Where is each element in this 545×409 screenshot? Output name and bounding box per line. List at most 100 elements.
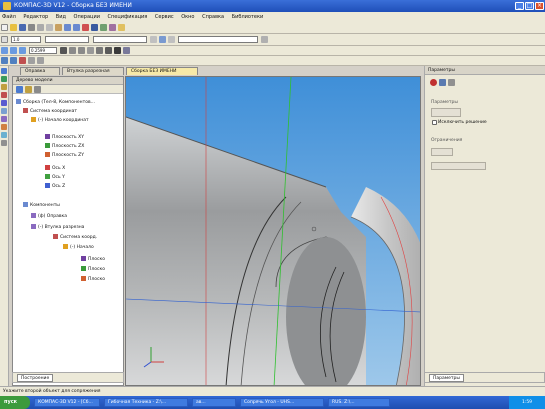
grid-icon[interactable] <box>150 36 157 43</box>
snap-icon[interactable] <box>159 36 166 43</box>
model-viewport[interactable] <box>125 76 421 386</box>
close-button[interactable]: × <box>535 2 544 10</box>
rotate-icon[interactable] <box>69 47 76 54</box>
copy-icon[interactable] <box>46 24 53 31</box>
tree-node-sub-plane-2[interactable]: Плоско <box>81 266 105 273</box>
zoom-window-icon[interactable] <box>1 47 8 54</box>
zoom-in-icon[interactable] <box>10 47 17 54</box>
array-icon[interactable] <box>1 116 7 122</box>
tree-node-sub-plane-3[interactable]: Плоско <box>81 276 105 283</box>
library-icon[interactable] <box>100 24 107 31</box>
save-icon[interactable] <box>19 24 26 31</box>
exclude-solution-option[interactable]: Исключить решение <box>431 120 487 125</box>
tree-node-opravka[interactable]: (ф) Оправка <box>31 213 67 220</box>
tree-node-sub-plane-1[interactable]: Плоско <box>81 256 105 263</box>
report-icon[interactable] <box>1 132 7 138</box>
properties-icon[interactable] <box>82 24 89 31</box>
tree-filter-icon[interactable] <box>25 85 32 93</box>
maximize-button[interactable]: □ <box>525 2 534 10</box>
mate-type-selector[interactable] <box>431 108 461 117</box>
tree-node-plane-xy[interactable]: Плоскость XY <box>45 134 84 141</box>
dimension-icon[interactable] <box>1 84 7 90</box>
tree-sort-icon[interactable] <box>34 85 41 93</box>
limits-combo[interactable] <box>431 162 486 170</box>
open-icon[interactable] <box>10 24 17 31</box>
undo-icon[interactable] <box>64 24 71 31</box>
rotate-component-icon[interactable] <box>37 57 44 64</box>
tree-node-origin[interactable]: (-) Начало координат <box>31 117 89 124</box>
tree-node-plane-zy[interactable]: Плоскость ZY <box>45 152 84 159</box>
tab-opravka[interactable]: Оправка <box>20 67 60 75</box>
print-icon[interactable] <box>28 24 35 31</box>
tab-parameters[interactable]: Параметры <box>429 374 464 382</box>
tree-node-assembly[interactable]: Сборка (Тел-8, Компонентов... <box>16 99 95 106</box>
edit-assembly-icon[interactable] <box>1 68 7 74</box>
tree-node-axis-x[interactable]: Ось X <box>45 165 65 172</box>
task-av[interactable]: ав... <box>192 398 236 407</box>
shaded-icon[interactable] <box>105 47 112 54</box>
tree-node-axis-z[interactable]: Ось Z <box>45 183 65 190</box>
new-icon[interactable] <box>1 24 8 31</box>
mate-icon[interactable] <box>19 57 26 64</box>
tree-node-sub-origin[interactable]: (-) Начало <box>63 244 94 251</box>
pan-icon[interactable] <box>60 47 67 54</box>
paste-icon[interactable] <box>55 24 62 31</box>
tree-node-plane-zx[interactable]: Плоскость ZX <box>45 143 84 150</box>
task-kompas[interactable]: КОМПАС-3D V12 - [Сб... <box>34 398 100 407</box>
coordinate-combo[interactable] <box>178 36 258 43</box>
cursor-icon[interactable] <box>261 36 268 43</box>
orientation-icon[interactable] <box>78 47 85 54</box>
zoom-out-icon[interactable] <box>19 47 26 54</box>
help-icon[interactable] <box>118 24 125 31</box>
menu-editor[interactable]: Редактор <box>23 14 48 20</box>
tree-node-axis-y[interactable]: Ось Y <box>45 174 65 181</box>
scale-combo[interactable]: 1.0 <box>11 36 41 43</box>
zoom-combo[interactable]: 0.2599 <box>29 47 57 54</box>
menu-operations[interactable]: Операции <box>74 14 100 20</box>
menu-help[interactable]: Справка <box>202 14 224 20</box>
tab-construction[interactable]: Построение <box>17 374 54 382</box>
mate-panel-icon[interactable] <box>1 92 7 98</box>
move-icon[interactable] <box>28 57 35 64</box>
task-folder[interactable]: Гибочная Техника - Z:\... <box>104 398 188 407</box>
tools-icon[interactable] <box>1 140 7 146</box>
help-panel-icon[interactable] <box>448 78 455 86</box>
create-object-icon[interactable] <box>439 78 446 86</box>
tree-node-sub-coords[interactable]: Система коорд. <box>53 234 97 241</box>
layer-combo[interactable] <box>93 36 147 43</box>
variables-icon[interactable] <box>109 24 116 31</box>
surface-icon[interactable] <box>1 108 7 114</box>
menu-specification[interactable]: Спецификация <box>108 14 148 20</box>
menu-libraries[interactable]: Библиотеки <box>232 14 264 20</box>
menu-file[interactable]: Файл <box>2 14 16 20</box>
start-button[interactable]: пуск <box>0 396 30 409</box>
tree-node-components[interactable]: Компоненты <box>23 202 60 209</box>
perspective-icon[interactable] <box>123 47 130 54</box>
task-mate[interactable]: Сопрячь Угол - UHS... <box>240 398 324 407</box>
tab-assembly[interactable]: Сборка БЕЗ ИМЕНИ <box>126 67 198 75</box>
redo-icon[interactable] <box>73 24 80 31</box>
measure-icon[interactable] <box>1 100 7 106</box>
wireframe-icon[interactable] <box>87 47 94 54</box>
cut-icon[interactable] <box>37 24 44 31</box>
tree-node-vtulka[interactable]: (-) Втулка разрезна <box>31 224 84 231</box>
task-rus[interactable]: RUS. Z:\... <box>328 398 390 407</box>
ortho-icon[interactable] <box>168 36 175 43</box>
component-icon[interactable] <box>10 57 17 64</box>
menu-service[interactable]: Сервис <box>155 14 174 20</box>
select-icon[interactable] <box>1 57 8 64</box>
menu-view[interactable]: Вид <box>56 14 66 20</box>
tab-vtulka[interactable]: Втулка разрезная <box>62 67 124 75</box>
manager-icon[interactable] <box>91 24 98 31</box>
shaded-edges-icon[interactable] <box>114 47 121 54</box>
layer-icon[interactable] <box>1 36 8 43</box>
menu-window[interactable]: Окно <box>181 14 194 20</box>
tree-node-coords[interactable]: Система координат <box>23 108 77 115</box>
tree-view-icon[interactable] <box>16 85 23 93</box>
minimize-button[interactable]: _ <box>515 2 524 10</box>
geometry-icon[interactable] <box>1 76 7 82</box>
exclude-checkbox[interactable] <box>432 120 437 125</box>
spec-icon[interactable] <box>1 124 7 130</box>
hidden-lines-icon[interactable] <box>96 47 103 54</box>
limits-selector[interactable] <box>431 148 453 156</box>
